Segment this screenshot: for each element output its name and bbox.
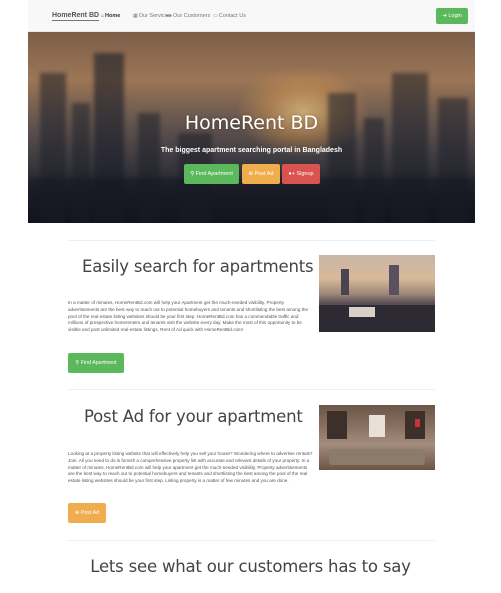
hero-bg-foreground [28,178,475,223]
login-label: Login [448,13,462,19]
hero-find-apartment-label: Find Apartment [195,171,233,177]
nav-contact[interactable]: ▭Contact Us [213,12,246,20]
nav-services[interactable]: ▦Our Services [133,12,171,20]
photo-terrace [319,305,435,332]
photo-sofa [329,449,425,465]
hero-banner: HomeRent BD The biggest apartment search… [28,32,475,223]
customers-section-title: Lets see what our customers has to say [90,557,411,576]
living-room-photo [319,405,435,470]
section-divider [68,540,435,541]
nav-customers-label: Our Customers [173,13,211,19]
hero-post-ad-label: Post Ad [254,171,274,177]
nav-home[interactable]: ⌂Home [101,12,120,20]
post-ad-label: Post Ad [80,510,100,516]
hero-title: HomeRent BD [184,112,319,134]
apartment-terrace-photo [319,255,435,332]
post-section-title: Post Ad for your apartment [84,407,303,426]
hero-subtitle: The biggest apartment searching portal i… [160,147,343,154]
find-apartment-button[interactable]: ⚲ Find Apartment [68,353,124,373]
navbar: HomeRent BD ⌂Home ▦Our Services ●●Our Cu… [28,0,475,32]
post-section-text: Looking at a property listing website th… [68,451,313,484]
brand-link[interactable]: HomeRent BD [52,11,100,21]
search-icon: ⚲ [190,171,195,177]
card-icon: ▭ [213,13,218,19]
post-ad-button[interactable]: ⊕ Post Ad [68,503,106,523]
nav-home-label: Home [105,13,121,19]
find-apartment-label: Find Apartment [80,360,117,366]
hero-signup-button[interactable]: ●+ Signup [282,164,320,184]
users-icon: ●● [166,13,173,19]
photo-building [341,269,349,295]
login-button[interactable]: ➜ Login [436,8,468,24]
section-divider [68,389,435,390]
plus-circle-icon: ⊕ [74,510,80,516]
search-section-title: Easily search for apartments [82,257,314,276]
services-icon: ▦ [133,13,138,19]
hero-post-ad-button[interactable]: ⊕ Post Ad [242,164,280,184]
home-icon: ⌂ [101,13,105,19]
nav-customers[interactable]: ●●Our Customers [166,12,210,20]
hero-find-apartment-button[interactable]: ⚲ Find Apartment [184,164,239,184]
search-icon: ⚲ [75,360,80,366]
photo-building [389,265,399,295]
user-plus-icon: ●+ [288,171,295,177]
nav-contact-label: Contact Us [218,13,246,19]
photo-decor [415,419,420,427]
login-icon: ➜ [442,13,447,19]
section-divider [68,240,435,241]
hero-signup-label: Signup [296,171,314,177]
photo-fireplace [369,415,385,437]
photo-table [349,307,375,317]
plus-circle-icon: ⊕ [248,171,254,177]
photo-bookshelf [327,411,347,439]
search-section-text: In a matter of minutes, HomeRentBd.com w… [68,300,309,333]
